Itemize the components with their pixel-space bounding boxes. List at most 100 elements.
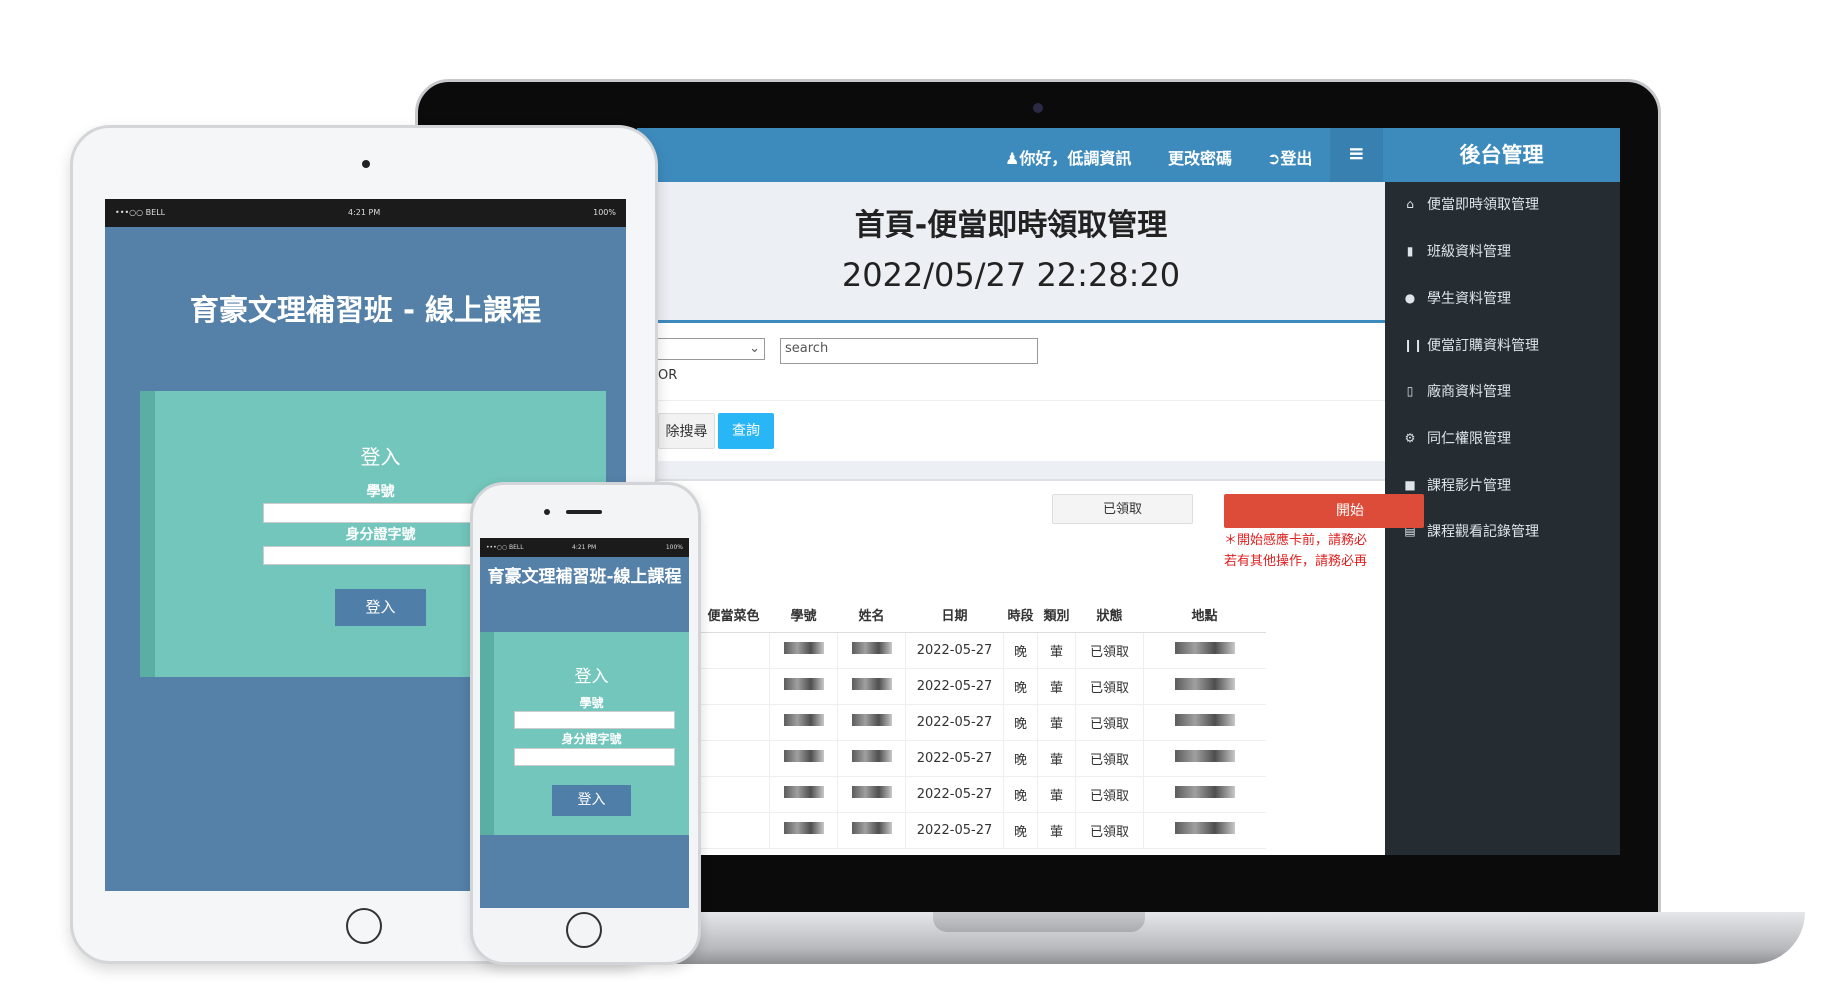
cell-name	[837, 632, 906, 669]
cell-type: 葷	[1037, 632, 1076, 669]
col-type: 類別	[1037, 598, 1076, 633]
change-password-link[interactable]: 更改密碼	[1168, 145, 1232, 169]
pickup-table: 便當菜色 學號 姓名 日期 時段 類別 狀態 地點 2022-05-27 晚葷已領…	[637, 598, 1266, 849]
query-button[interactable]: 查詢	[718, 413, 774, 449]
menu-toggle-button[interactable]: ≡	[1330, 128, 1383, 182]
gear-icon: ⚙	[1404, 431, 1416, 445]
hamburger-icon: ≡	[1348, 141, 1365, 165]
redacted-value	[851, 822, 892, 834]
book-icon: ▮	[1406, 244, 1414, 258]
greeting-link[interactable]: ♟你好，低調資訊	[1005, 145, 1131, 169]
home-icon: ⌂	[1406, 197, 1414, 211]
status-bar: •••○○ BELL 4:21 PM 100%	[480, 538, 689, 557]
cell-date: 2022-05-27	[905, 776, 1004, 813]
sidebar-item-vendor[interactable]: ▯ 廠商資料管理	[1403, 381, 1511, 401]
cell-status: 已領取	[1075, 704, 1144, 741]
search-input[interactable]: search	[780, 338, 1038, 364]
site-title: 育豪文理補習班-線上課程	[487, 567, 682, 587]
users-icon: ●	[1404, 291, 1416, 305]
phone-home-button[interactable]	[566, 912, 602, 948]
col-student-id: 學號	[769, 598, 838, 633]
redacted-value	[1174, 678, 1235, 690]
table-row: 2022-05-27 晚葷已領取	[637, 668, 1266, 705]
redacted-value	[851, 642, 892, 654]
id-number-input[interactable]	[514, 748, 675, 766]
laptop-notch	[933, 912, 1145, 932]
battery-icon: 100%	[665, 544, 683, 551]
page-header: 首頁-便當即時領取管理 2022/05/27 22:28:20	[637, 182, 1385, 323]
clear-search-button[interactable]: 除搜尋	[658, 413, 715, 449]
sidebar-item-lunch-pickup[interactable]: ⌂ 便當即時領取管理	[1403, 194, 1539, 214]
section-divider	[637, 461, 1385, 481]
cell-name	[837, 668, 906, 705]
table-row: 2022-05-27 晚葷已領取	[637, 812, 1266, 849]
col-date: 日期	[905, 598, 1004, 633]
site-title: 育豪文理補習班 - 線上課程	[189, 293, 542, 327]
sidebar-item-lunch-order[interactable]: ❙❙ 便當訂購資料管理	[1403, 335, 1539, 355]
login-card: 登入 學號 身分證字號 登入	[480, 632, 689, 835]
student-id-input[interactable]	[514, 711, 675, 729]
cell-type: 葷	[1037, 776, 1076, 813]
table-row: 2022-05-27 晚葷已領取	[637, 740, 1266, 777]
cell-date: 2022-05-27	[905, 632, 1004, 669]
redacted-value	[851, 750, 892, 762]
redacted-value	[1174, 750, 1235, 762]
table-header-row: 便當菜色 學號 姓名 日期 時段 類別 狀態 地點	[637, 598, 1266, 633]
col-dish: 便當菜色	[697, 598, 770, 633]
phone-screen: •••○○ BELL 4:21 PM 100% 育豪文理補習班-線上課程 登入 …	[480, 538, 689, 908]
start-button[interactable]: 開始	[1224, 494, 1424, 528]
cell-name	[837, 704, 906, 741]
cell-period: 晚	[1003, 812, 1038, 849]
tablet-home-button[interactable]	[346, 908, 382, 944]
redacted-value	[851, 714, 892, 726]
login-heading: 登入	[574, 667, 609, 687]
sidebar-item-class[interactable]: ▮ 班級資料管理	[1403, 241, 1511, 261]
cell-period: 晚	[1003, 632, 1038, 669]
cell-type: 葷	[1037, 740, 1076, 777]
redacted-value	[783, 750, 824, 762]
table-row: 2022-05-27 晚葷已領取	[637, 704, 1266, 741]
sidebar-item-videos[interactable]: ■ 課程影片管理	[1403, 475, 1511, 495]
cell-location	[1143, 776, 1266, 813]
redacted-value	[783, 786, 824, 798]
filter-select[interactable]: ⌄	[654, 338, 765, 360]
cell-status: 已領取	[1075, 776, 1144, 813]
received-button[interactable]: 已領取	[1052, 494, 1193, 524]
cell-dish	[697, 632, 770, 669]
cell-type: 葷	[1037, 812, 1076, 849]
cell-date: 2022-05-27	[905, 668, 1004, 705]
user-icon: ♟	[1005, 149, 1020, 168]
instruction-note: ＊開始感應卡前，請務必 若有其他操作，請務必再	[1224, 533, 1368, 569]
sidebar-item-student[interactable]: ● 學生資料管理	[1403, 288, 1511, 308]
tablet-camera-icon	[362, 160, 370, 168]
cell-status: 已領取	[1075, 668, 1144, 705]
cell-dish	[697, 776, 770, 813]
cell-period: 晚	[1003, 668, 1038, 705]
table-row: 2022-05-27 晚葷已領取	[637, 632, 1266, 669]
cell-location	[1143, 632, 1266, 669]
phone-speaker	[566, 510, 602, 514]
login-heading: 登入	[360, 445, 401, 469]
sidebar-item-permissions[interactable]: ⚙ 同仁權限管理	[1403, 428, 1511, 448]
cell-location	[1143, 812, 1266, 849]
logout-link[interactable]: ➲登出	[1267, 145, 1312, 169]
cell-status: 已領取	[1075, 740, 1144, 777]
cell-student-id	[769, 704, 838, 741]
cell-date: 2022-05-27	[905, 812, 1004, 849]
building-icon: ▯	[1406, 384, 1414, 398]
cell-name	[837, 740, 906, 777]
redacted-value	[851, 678, 892, 690]
table-row: 2022-05-27 晚葷已領取	[637, 776, 1266, 813]
cell-status: 已領取	[1075, 632, 1144, 669]
redacted-value	[1174, 714, 1235, 726]
laptop-base	[640, 912, 1805, 964]
col-name: 姓名	[837, 598, 906, 633]
status-bar: •••○○ BELL 4:21 PM 100%	[105, 199, 626, 227]
cell-location	[1143, 704, 1266, 741]
login-button[interactable]: 登入	[335, 589, 426, 626]
login-button[interactable]: 登入	[552, 785, 631, 816]
redacted-value	[783, 714, 824, 726]
cell-period: 晚	[1003, 776, 1038, 813]
redacted-value	[1174, 822, 1235, 834]
cutlery-icon: ❙❙	[1403, 338, 1424, 352]
